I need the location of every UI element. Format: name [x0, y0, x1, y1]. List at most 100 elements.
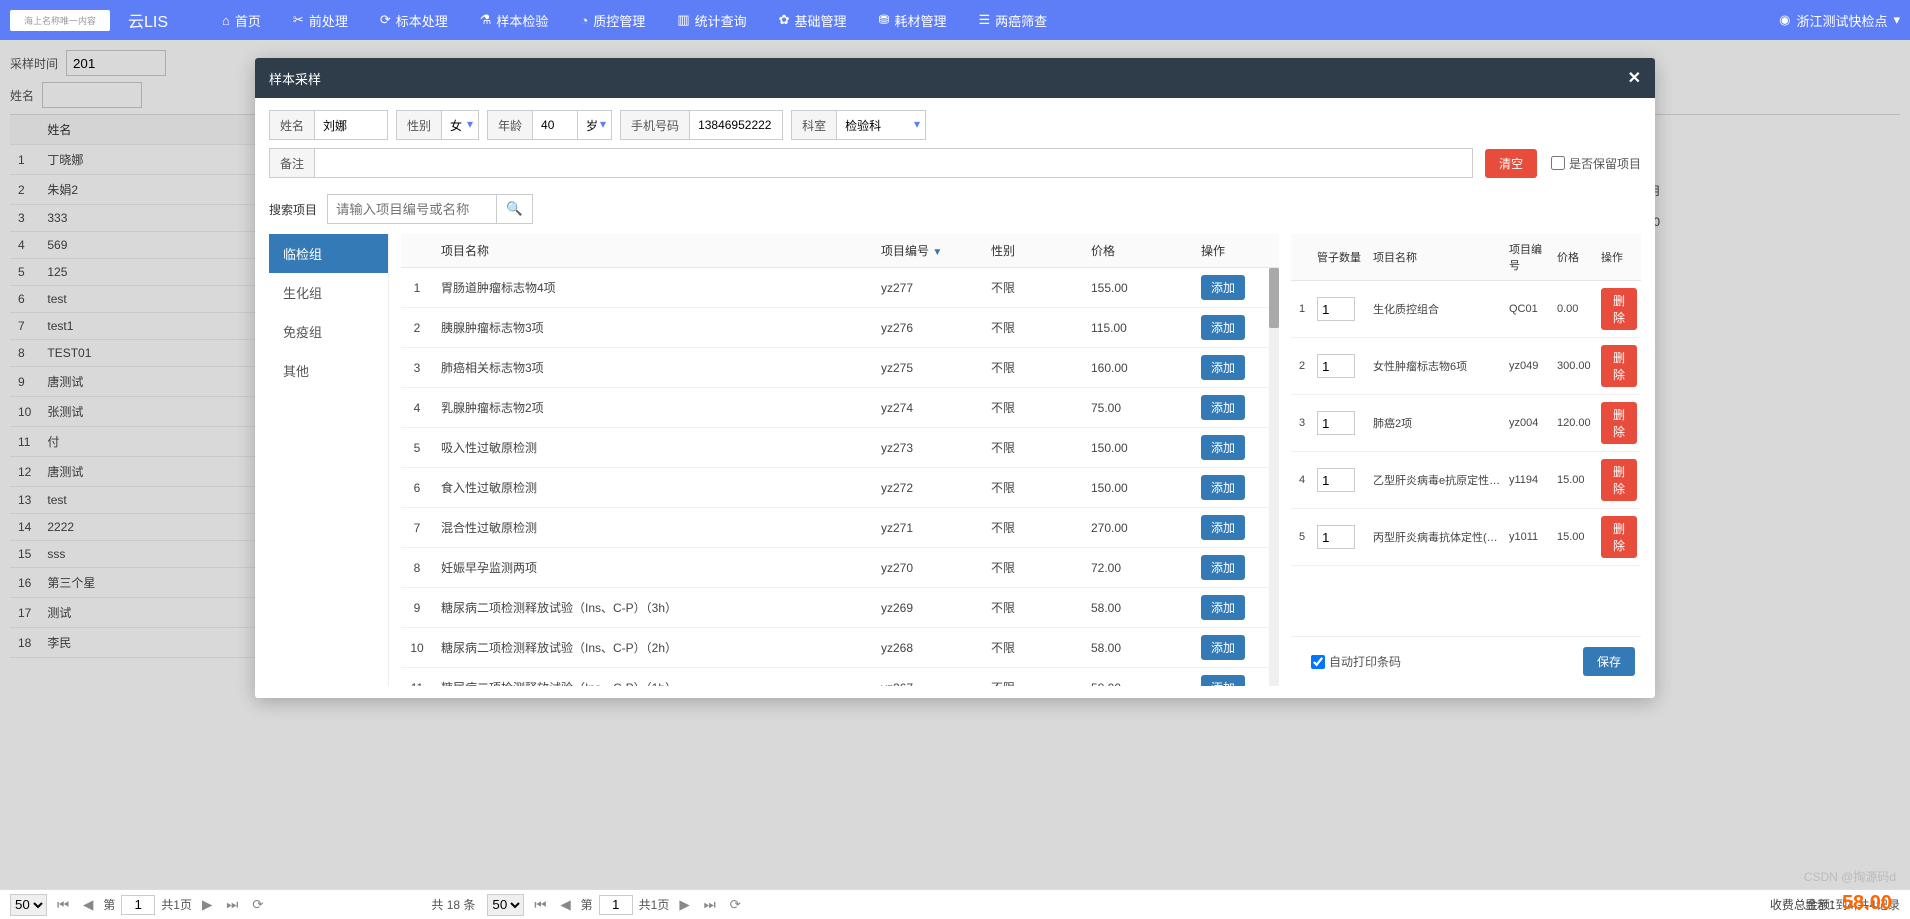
category-item[interactable]: 临检组: [269, 234, 388, 273]
page-size-select[interactable]: 50: [10, 894, 47, 916]
nav-item-2[interactable]: ⟳标本处理: [366, 0, 462, 40]
save-button[interactable]: 保存: [1583, 647, 1635, 676]
nav-item-6[interactable]: ✿基础管理: [765, 0, 861, 40]
tube-count-input[interactable]: [1317, 525, 1355, 549]
phone-label: 手机号码: [620, 110, 689, 140]
mid-refresh-button[interactable]: ⟳: [726, 895, 745, 915]
nav-item-0[interactable]: ⌂首页: [208, 0, 275, 40]
category-item[interactable]: 生化组: [269, 273, 388, 312]
sex-label: 性别: [396, 110, 441, 140]
search-icon: 🔍: [506, 201, 523, 216]
caret-down-icon: ▾: [1893, 12, 1900, 28]
nav-icon: ⟳: [380, 12, 391, 28]
auto-print-checkbox[interactable]: 自动打印条码: [1311, 653, 1401, 670]
col-proj-price[interactable]: 价格: [1083, 234, 1193, 268]
col-sel-price: 价格: [1553, 234, 1597, 281]
add-button[interactable]: 添加: [1201, 475, 1245, 500]
nav-item-8[interactable]: ☰两癌筛查: [964, 0, 1061, 40]
sample-modal: 样本采样 ✕ 姓名 性别 年龄 手机号码 科室 备注 清空 是否保留项目 搜索项…: [255, 58, 1655, 698]
mid-page-input[interactable]: [599, 895, 633, 915]
nav-item-4[interactable]: ◔质控管理: [566, 0, 659, 40]
selected-row: 1生化质控组合QC010.00删除: [1291, 281, 1641, 338]
page-input[interactable]: [121, 895, 155, 915]
name-input[interactable]: [314, 110, 388, 140]
dept-label: 科室: [791, 110, 836, 140]
age-input[interactable]: [532, 110, 578, 140]
clear-button[interactable]: 清空: [1485, 149, 1537, 178]
add-button[interactable]: 添加: [1201, 555, 1245, 580]
project-row: 4乳腺肿瘤标志物2项yz274不限75.00添加: [401, 388, 1279, 428]
col-sel-op: 操作: [1597, 234, 1641, 281]
add-button[interactable]: 添加: [1201, 515, 1245, 540]
age-unit-select[interactable]: [578, 110, 612, 140]
tube-count-input[interactable]: [1317, 468, 1355, 492]
add-button[interactable]: 添加: [1201, 675, 1245, 686]
add-button[interactable]: 添加: [1201, 635, 1245, 660]
sex-select[interactable]: [441, 110, 479, 140]
delete-button[interactable]: 删除: [1601, 459, 1637, 501]
nav-item-3[interactable]: ⚗样本检验: [466, 0, 563, 40]
nav-icon: ▥: [677, 12, 689, 28]
mid-last-page-button[interactable]: ⏭: [700, 895, 720, 915]
category-item[interactable]: 其他: [269, 351, 388, 390]
remark-label: 备注: [269, 148, 314, 178]
footer-bar: 50 ⏮ ◀ 第 共1页 ▶ ⏭ ⟳ 共 18 条 50 ⏮ ◀ 第 共1页 ▶…: [0, 889, 1910, 919]
first-page-button[interactable]: ⏮: [53, 895, 73, 915]
total-fee: 收费总金额：58.00: [1770, 892, 1892, 915]
col-proj-name[interactable]: 项目名称: [433, 234, 873, 268]
nav-item-1[interactable]: ✂前处理: [279, 0, 362, 40]
delete-button[interactable]: 删除: [1601, 516, 1637, 558]
delete-button[interactable]: 删除: [1601, 345, 1637, 387]
scrollbar-thumb[interactable]: [1269, 268, 1279, 328]
col-proj-sex[interactable]: 性别: [983, 234, 1083, 268]
category-item[interactable]: 免疫组: [269, 312, 388, 351]
remark-input[interactable]: [314, 148, 1473, 178]
nav-icon: ✿: [779, 12, 790, 28]
mid-next-page-button[interactable]: ▶: [675, 895, 693, 915]
mid-pager: 50 ⏮ ◀ 第 共1页 ▶ ⏭ ⟳: [487, 894, 744, 916]
search-input[interactable]: [327, 194, 497, 224]
tube-count-input[interactable]: [1317, 354, 1355, 378]
mid-page-size-select[interactable]: 50: [487, 894, 524, 916]
nav-icon: ⛃: [879, 12, 890, 28]
project-row: 10糖尿病二项检测释放试验（Ins、C-P）（2h）yz268不限58.00添加: [401, 628, 1279, 668]
refresh-button[interactable]: ⟳: [248, 895, 267, 915]
add-button[interactable]: 添加: [1201, 435, 1245, 460]
tube-count-input[interactable]: [1317, 411, 1355, 435]
col-sel-code: 项目编号: [1505, 234, 1553, 281]
project-table: 项目名称 项目编号 ▼ 性别 价格 操作 1胃肠道肿瘤标志物4项yz277不限1…: [401, 234, 1279, 686]
project-row: 9糖尿病二项检测释放试验（Ins、C-P）（3h）yz269不限58.00添加: [401, 588, 1279, 628]
selected-row: 3肺癌2项yz004120.00删除: [1291, 395, 1641, 452]
prev-page-button[interactable]: ◀: [79, 895, 97, 915]
add-button[interactable]: 添加: [1201, 595, 1245, 620]
project-row: 2胰腺肿瘤标志物3项yz276不限115.00添加: [401, 308, 1279, 348]
user-menu[interactable]: ◉ 浙江测试快检点 ▾: [1779, 11, 1900, 30]
delete-button[interactable]: 删除: [1601, 402, 1637, 444]
last-page-button[interactable]: ⏭: [222, 895, 242, 915]
selected-row: 4乙型肝炎病毒e抗原定性(HBy119415.00删除: [1291, 452, 1641, 509]
mid-first-page-button[interactable]: ⏮: [530, 895, 550, 915]
nav-item-7[interactable]: ⛃耗材管理: [865, 0, 961, 40]
project-row: 6食入性过敏原检测yz272不限150.00添加: [401, 468, 1279, 508]
phone-input[interactable]: [689, 110, 783, 140]
col-proj-code[interactable]: 项目编号 ▼: [873, 234, 983, 268]
project-row: 8妊娠早孕监测两项yz270不限72.00添加: [401, 548, 1279, 588]
close-icon[interactable]: ✕: [1628, 68, 1641, 88]
add-button[interactable]: 添加: [1201, 275, 1245, 300]
next-page-button[interactable]: ▶: [198, 895, 216, 915]
mid-prev-page-button[interactable]: ◀: [556, 895, 574, 915]
add-button[interactable]: 添加: [1201, 315, 1245, 340]
nav-item-5[interactable]: ▥统计查询: [663, 0, 760, 40]
delete-button[interactable]: 删除: [1601, 288, 1637, 330]
keep-items-checkbox[interactable]: 是否保留项目: [1551, 155, 1641, 172]
add-button[interactable]: 添加: [1201, 395, 1245, 420]
modal-overlay: 样本采样 ✕ 姓名 性别 年龄 手机号码 科室 备注 清空 是否保留项目 搜索项…: [0, 40, 1910, 889]
project-row: 11糖尿病二项检测释放试验（Ins、C-P）（1h）yz267不限58.00添加: [401, 668, 1279, 687]
nav-icon: ⌂: [222, 13, 230, 28]
search-button[interactable]: 🔍: [497, 194, 533, 224]
dept-select[interactable]: [836, 110, 926, 140]
add-button[interactable]: 添加: [1201, 355, 1245, 380]
scrollbar-track[interactable]: [1269, 268, 1279, 686]
name-label: 姓名: [269, 110, 314, 140]
tube-count-input[interactable]: [1317, 297, 1355, 321]
